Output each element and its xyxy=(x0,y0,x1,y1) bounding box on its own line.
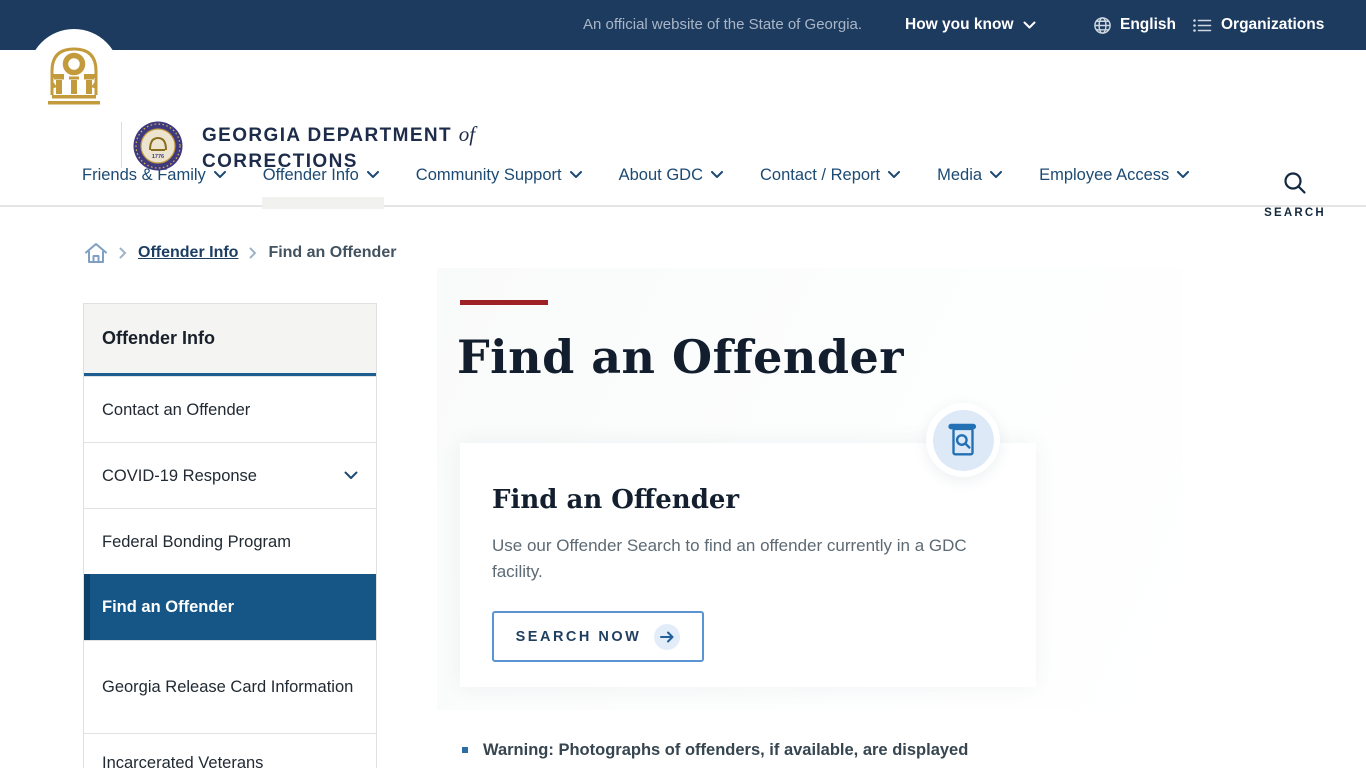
breadcrumb-link-offender-info[interactable]: Offender Info xyxy=(138,244,238,262)
sidebar-offender-info: Offender Info Contact an Offender COVID-… xyxy=(83,303,377,768)
dept-line2: CORRECTIONS xyxy=(202,151,358,172)
chevron-right-icon xyxy=(249,247,257,259)
language-selector[interactable]: English xyxy=(1093,0,1176,50)
sidebar-item-label: Georgia Release Card Information xyxy=(102,678,354,696)
offender-search-badge xyxy=(926,403,1000,477)
svg-text:1776: 1776 xyxy=(152,154,164,160)
search-label: SEARCH xyxy=(1264,207,1326,219)
badge-circle xyxy=(932,409,994,471)
sidebar-item-find-an-offender[interactable]: Find an Offender xyxy=(84,574,376,640)
nav-item-employee-access[interactable]: Employee Access xyxy=(1039,165,1190,185)
official-state-bar: An official website of the State of Geor… xyxy=(0,0,1366,50)
bullet-square-icon xyxy=(462,747,468,753)
chevron-down-icon xyxy=(888,171,901,178)
official-website-message: An official website of the State of Geor… xyxy=(583,16,863,33)
chevron-down-icon xyxy=(1023,21,1035,29)
organizations-label: Organizations xyxy=(1221,16,1325,33)
search-now-label: SEARCH NOW xyxy=(515,628,642,645)
sidebar-item-federal-bonding-program[interactable]: Federal Bonding Program xyxy=(84,508,376,574)
sidebar-item-georgia-release-card[interactable]: Georgia Release Card Information xyxy=(84,640,376,733)
nav-item-label: About GDC xyxy=(618,165,703,184)
nav-item-contact-report[interactable]: Contact / Report xyxy=(759,165,901,185)
chevron-right-icon xyxy=(119,247,127,259)
sidebar-item-label: Incarcerated Veterans xyxy=(102,754,264,768)
chevron-down-icon[interactable] xyxy=(344,471,358,480)
nav-item-label: Employee Access xyxy=(1039,165,1170,184)
nav-item-label: Media xyxy=(937,165,983,184)
nav-item-about-gdc[interactable]: About GDC xyxy=(619,166,723,185)
search-icon xyxy=(1284,172,1306,194)
title-accent-rule xyxy=(460,300,548,305)
chevron-down-icon xyxy=(990,171,1003,178)
card-body-text: Use our Offender Search to find an offen… xyxy=(492,536,967,581)
chevron-down-icon xyxy=(710,171,723,178)
warning-text: Warning: Photographs of offenders, if av… xyxy=(483,741,969,759)
dept-of: of xyxy=(458,122,476,146)
arrow-right-icon xyxy=(660,631,674,642)
sidebar-item-label: Find an Offender xyxy=(102,598,234,616)
language-label: English xyxy=(1120,16,1176,33)
sidebar-item-label: Contact an Offender xyxy=(102,400,251,419)
sidebar-item-label: COVID-19 Response xyxy=(102,466,257,485)
breadcrumb-current: Find an Offender xyxy=(268,244,397,261)
georgia-arch-logo[interactable] xyxy=(28,29,120,121)
find-offender-card: Find an Offender Use our Offender Search… xyxy=(460,443,1036,687)
sidebar-title: Offender Info xyxy=(84,304,376,376)
sidebar-item-covid-19-response[interactable]: COVID-19 Response xyxy=(84,442,376,508)
logo-divider xyxy=(121,122,122,168)
sidebar-item-incarcerated-veterans[interactable]: Incarcerated Veterans xyxy=(84,733,376,768)
search-now-button[interactable]: SEARCH NOW xyxy=(492,611,704,662)
document-search-icon xyxy=(948,423,977,456)
site-search-button[interactable]: SEARCH xyxy=(1260,171,1330,219)
org-list-icon xyxy=(1193,18,1212,32)
chevron-down-icon xyxy=(569,171,582,178)
site-wordmark[interactable]: GEORGIA DEPARTMENT of CORRECTIONS xyxy=(202,122,475,173)
nav-item-media[interactable]: Media xyxy=(937,165,1003,185)
arrow-circle xyxy=(654,623,681,650)
dept-line1: GEORGIA DEPARTMENT xyxy=(202,125,453,146)
how-you-know-label: How you know xyxy=(905,16,1014,33)
globe-icon xyxy=(1094,16,1111,34)
sidebar-item-contact-an-offender[interactable]: Contact an Offender xyxy=(84,376,376,442)
card-title: Find an Offender xyxy=(492,485,740,515)
sidebar-item-label: Federal Bonding Program xyxy=(102,532,291,551)
warning-note: Warning: Photographs of offenders, if av… xyxy=(462,738,1042,762)
arch-icon xyxy=(48,47,100,105)
home-icon[interactable] xyxy=(84,242,108,264)
page-title: Find an Offender xyxy=(457,330,905,384)
nav-item-label: Contact / Report xyxy=(759,165,881,184)
chevron-down-icon xyxy=(1177,171,1190,178)
breadcrumb: Offender Info Find an Offender xyxy=(84,242,396,264)
organizations-button[interactable]: Organizations xyxy=(1193,0,1324,50)
how-you-know-button[interactable]: How you know xyxy=(905,0,1036,50)
gdc-seal-icon: 1776 xyxy=(133,121,183,171)
